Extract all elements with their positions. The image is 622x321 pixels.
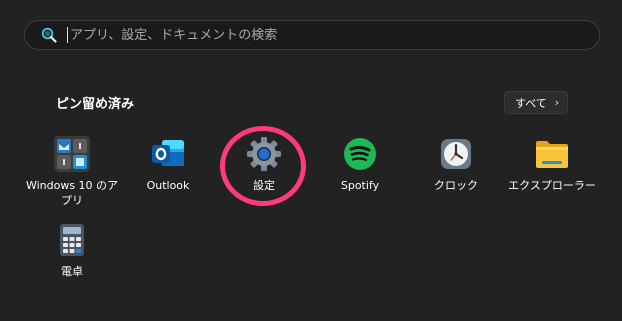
folder-icon (534, 136, 570, 172)
spotify-icon (342, 136, 378, 172)
gear-icon (246, 136, 282, 172)
text-caret (67, 27, 68, 43)
tile-label: Outlook (146, 179, 190, 192)
all-apps-label: すべて (515, 96, 547, 110)
tile-label: Windows 10 のアプリ (25, 179, 119, 207)
tile-windows-10-apps[interactable]: Windows 10 のアプリ (22, 136, 122, 208)
tile-outlook[interactable]: Outlook (118, 136, 218, 193)
tile-explorer[interactable]: エクスプローラー (502, 136, 602, 193)
windows-10-apps-folder-icon (54, 136, 90, 172)
search-input[interactable] (70, 23, 570, 47)
tile-label: エクスプローラー (508, 179, 596, 192)
search-icon (35, 21, 63, 49)
search-box[interactable] (24, 20, 600, 50)
chevron-right-icon: › (554, 96, 560, 109)
tile-label: 設定 (253, 179, 275, 192)
tile-clock[interactable]: クロック (406, 136, 506, 193)
tile-label: クロック (434, 179, 478, 192)
start-menu: ピン留め済み すべて › Windows 10 のアプリ (0, 0, 622, 321)
calculator-icon (54, 222, 90, 258)
outlook-icon (150, 136, 186, 172)
tile-label: Spotify (340, 179, 380, 192)
pinned-section-title: ピン留め済み (56, 97, 135, 112)
tile-calculator[interactable]: 電卓 (22, 222, 122, 279)
tile-settings[interactable]: 設定 (214, 136, 314, 193)
tile-spotify[interactable]: Spotify (310, 136, 410, 193)
clock-icon (438, 136, 474, 172)
all-apps-button[interactable]: すべて › (504, 91, 569, 114)
tile-label: 電卓 (61, 265, 83, 278)
